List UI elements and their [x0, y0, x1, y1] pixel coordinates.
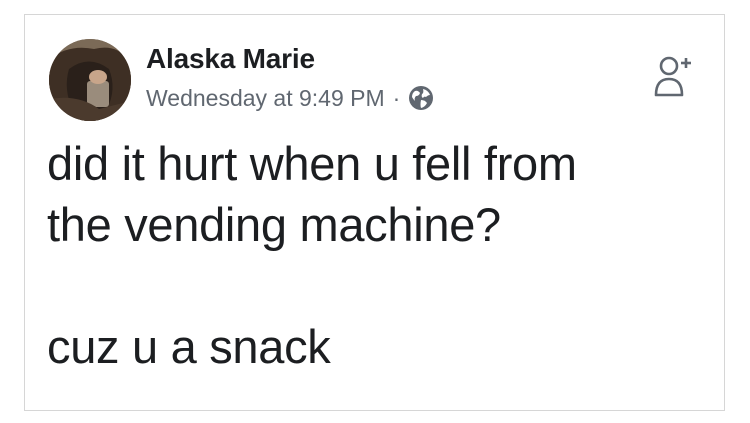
post-text-line: did it hurt when u fell from	[47, 137, 577, 190]
post-text: did it hurt when u fell from the vending…	[47, 133, 707, 377]
post-text-line: cuz u a snack	[47, 320, 331, 373]
post-meta: Wednesday at 9:49 PM ·	[146, 83, 434, 113]
avatar[interactable]	[49, 39, 131, 121]
globe-icon[interactable]	[408, 85, 434, 111]
avatar-photo	[49, 39, 131, 121]
post-text-line: the vending machine?	[47, 198, 501, 251]
meta-separator: ·	[392, 84, 401, 111]
author-name[interactable]: Alaska Marie	[146, 42, 315, 76]
add-friend-icon[interactable]	[654, 55, 694, 99]
post-card: Alaska Marie Wednesday at 9:49 PM · did …	[24, 14, 725, 411]
post-timestamp[interactable]: Wednesday at 9:49 PM	[146, 85, 385, 112]
